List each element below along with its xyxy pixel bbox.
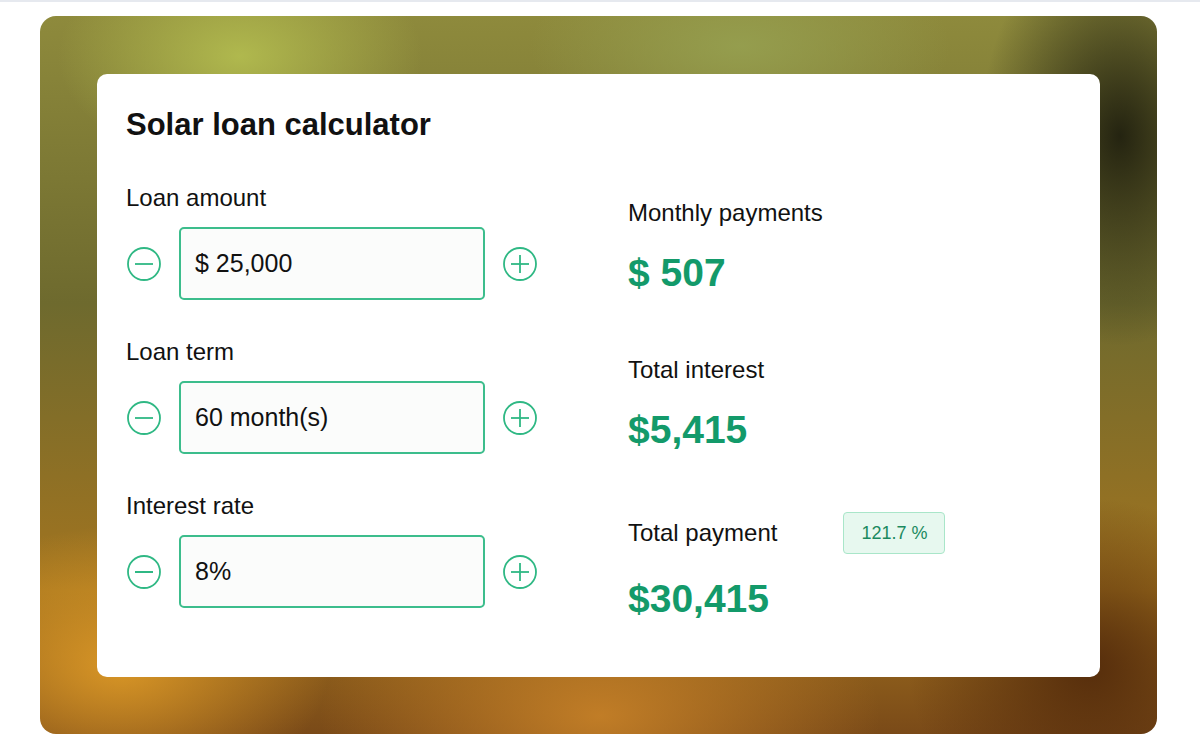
result-label: Monthly payments [628,198,1071,228]
plus-icon[interactable] [502,554,538,590]
result-group: Monthly payments $ 507 [628,198,1071,296]
calculator-body: Loan amount $ 25,000 Loan term 60 month(s) I… [126,166,1071,622]
result-label: Total payment [628,518,777,548]
input-row: $ 25,000 [126,227,628,300]
input-field[interactable]: 8% [179,535,485,608]
input-label: Interest rate [126,492,628,520]
result-value: $30,415 [628,576,1071,622]
input-group: Loan amount $ 25,000 [126,184,628,300]
result-value: $ 507 [628,250,1071,296]
input-group: Loan term 60 month(s) [126,338,628,454]
input-field[interactable]: $ 25,000 [179,227,485,300]
background-photo: Solar loan calculator Loan amount $ 25,000… [40,16,1157,734]
plus-icon[interactable] [502,400,538,436]
input-field[interactable]: 60 month(s) [179,381,485,454]
result-label: Total interest [628,355,1071,385]
inputs-column: Loan amount $ 25,000 Loan term 60 month(s) I… [126,166,628,622]
percent-badge: 121.7 % [843,512,945,554]
calculator-title: Solar loan calculator [126,104,1071,146]
result-value: $5,415 [628,407,1071,453]
input-label: Loan term [126,338,628,366]
results-column: Monthly payments $ 507 Total interest $5,41… [628,166,1071,622]
minus-icon[interactable] [126,246,162,282]
calculator-card: Solar loan calculator Loan amount $ 25,000… [97,74,1100,677]
input-row: 60 month(s) [126,381,628,454]
input-group: Interest rate 8% [126,492,628,608]
plus-icon[interactable] [502,246,538,282]
input-label: Loan amount [126,184,628,212]
minus-icon[interactable] [126,554,162,590]
result-group: Total payment 121.7 % $30,415 [628,512,1071,622]
result-label-row: Total payment 121.7 % [628,512,1071,554]
input-row: 8% [126,535,628,608]
result-group: Total interest $5,415 [628,355,1071,453]
minus-icon[interactable] [126,400,162,436]
